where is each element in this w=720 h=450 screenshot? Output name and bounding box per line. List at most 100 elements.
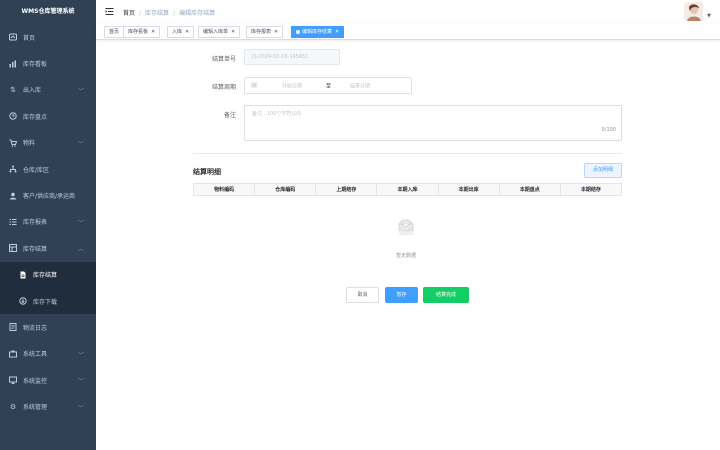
sidebar-item-label: 库存报表 xyxy=(23,219,48,227)
detail-title: 结算明细 xyxy=(193,168,221,176)
avatar[interactable] xyxy=(684,2,703,21)
active-dot-icon xyxy=(296,29,300,34)
user-icon xyxy=(9,192,17,200)
sidebar-item-label: 库存结算 xyxy=(23,245,48,253)
settle-no-input: JS-2024-02-16-145651 xyxy=(244,49,340,65)
period-label: 结算周期 xyxy=(211,84,236,91)
tag-label: 库存看板 xyxy=(128,29,149,35)
sidebar-item-label: 库存下载 xyxy=(33,298,58,306)
sidebar-item-label: 仓库/库区 xyxy=(23,166,50,174)
period-separator: 至 xyxy=(326,83,332,89)
caret-down-icon[interactable]: ▼ xyxy=(707,13,711,19)
calendar-icon: 🗓︎ xyxy=(251,82,258,89)
sidebar-item-system-tools[interactable]: 系统工具 ﹀ xyxy=(0,341,96,367)
sidebar: WMS仓库管理系统 首页 库存看板 ⇅ 出入库 ﹀ 库存盘点 物料 ﹀ 仓库/库… xyxy=(0,0,96,450)
swap-icon: ⇅ xyxy=(10,85,16,94)
hamburger-icon[interactable] xyxy=(105,7,114,16)
settlement-submenu: 库存结算 库存下载 xyxy=(0,261,96,315)
sidebar-item-label: 物料 xyxy=(23,140,36,148)
sidebar-item-inventory-board[interactable]: 库存看板 xyxy=(0,50,96,76)
settle-no-value: JS-2024-02-16-145651 xyxy=(252,54,309,60)
sidebar-item-label: 库存看板 xyxy=(23,61,48,69)
remark-counter: 0/100 xyxy=(601,127,616,133)
sidebar-item-label: 库存盘点 xyxy=(23,113,48,121)
sidebar-item-partners[interactable]: 客户/供应商/承运商 xyxy=(0,182,96,208)
clipboard-icon xyxy=(9,112,17,121)
tag-inventory-board[interactable]: 库存看板 ✕ xyxy=(123,26,161,38)
sidebar-item-label: 系统管理 xyxy=(23,404,48,412)
period-range-picker[interactable]: 🗓︎ 开始日期 至 结束日期 xyxy=(244,77,412,94)
sidebar-item-system-monitor[interactable]: 系统监控 ﹀ xyxy=(0,367,96,393)
column-header: 物料编码 xyxy=(192,183,256,196)
period-end-input[interactable]: 结束日期 xyxy=(350,82,370,89)
breadcrumb-item[interactable]: 库存结算 xyxy=(145,10,169,17)
column-header: 本期结存 xyxy=(559,183,623,196)
monitor-icon xyxy=(9,376,17,385)
close-icon[interactable]: ✕ xyxy=(335,29,339,35)
tag-edit-inbound[interactable]: 编辑入库单 ✕ xyxy=(198,26,241,38)
column-header: 本期出库 xyxy=(437,183,500,196)
close-icon[interactable]: ✕ xyxy=(274,29,278,35)
sidebar-item-label: 首页 xyxy=(23,34,36,42)
sidebar-item-warehouse[interactable]: 仓库/库区 xyxy=(0,156,96,182)
close-icon[interactable]: ✕ xyxy=(231,29,235,35)
empty-state: 暂无数据 xyxy=(376,218,436,259)
app-title: WMS仓库管理系统 xyxy=(21,8,75,15)
dashboard-icon xyxy=(9,33,17,41)
period-start-input[interactable]: 开始日期 xyxy=(282,82,302,89)
chevron-down-icon: ﹀ xyxy=(77,140,84,148)
detail-table: 物料编码 仓库编码 上期结存 本期入库 本期出库 本期盘点 本期结存 xyxy=(192,183,623,196)
add-detail-button[interactable]: 添加明细 xyxy=(584,163,622,178)
sidebar-item-settlement[interactable]: 库存结算 ︿ xyxy=(0,235,96,261)
remark-textarea[interactable]: 备注...100个字符以内 0/100 xyxy=(244,105,622,141)
tag-edit-settlement[interactable]: 编辑库存结算 ✕ xyxy=(291,26,345,38)
close-icon[interactable]: ✕ xyxy=(151,29,155,35)
chevron-down-icon: ﹀ xyxy=(77,404,84,412)
empty-box-icon xyxy=(396,218,416,236)
sidebar-item-home[interactable]: 首页 xyxy=(0,24,96,50)
breadcrumb: 首页 / 库存结算 / 编辑库存结算 xyxy=(123,8,215,17)
sidebar-item-reports[interactable]: 库存报表 ﹀ xyxy=(0,209,96,235)
tag-inbound[interactable]: 入库 ✕ xyxy=(167,26,195,38)
sidebar-item-label: 出入库 xyxy=(23,87,42,95)
log-icon xyxy=(9,323,17,332)
tags-view: 首页 库存看板 ✕ 入库 ✕ 编辑入库单 ✕ 库存报表 ✕ 编辑库存结算 ✕ xyxy=(96,24,720,40)
tag-home[interactable]: 首页 xyxy=(104,26,125,38)
sidebar-item-system-admin[interactable]: ⚙ 系统管理 ﹀ xyxy=(0,393,96,419)
column-header: 仓库编码 xyxy=(254,183,317,196)
breadcrumb-separator: / xyxy=(173,10,176,17)
chevron-down-icon: ﹀ xyxy=(77,378,84,386)
breadcrumb-item[interactable]: 首页 xyxy=(123,10,135,17)
sidebar-item-label: 客户/供应商/承运商 xyxy=(23,193,76,201)
submenu-item-settlement[interactable]: 库存结算 xyxy=(0,262,96,288)
sidebar-item-stocktake[interactable]: 库存盘点 xyxy=(0,103,96,129)
cancel-button[interactable]: 取消 xyxy=(346,287,379,303)
column-header: 本期入库 xyxy=(376,183,439,196)
sidebar-item-materials[interactable]: 物料 ﹀ xyxy=(0,130,96,156)
close-icon[interactable]: ✕ xyxy=(185,29,189,35)
chevron-down-icon: ﹀ xyxy=(77,351,84,359)
tag-label: 入库 xyxy=(172,29,183,35)
save-draft-button[interactable]: 暂存 xyxy=(385,287,418,303)
cart-icon xyxy=(9,139,17,147)
tool-icon xyxy=(9,350,17,358)
sidebar-item-label: 系统监控 xyxy=(23,377,48,385)
table-header-row: 物料编码 仓库编码 上期结存 本期入库 本期出库 本期盘点 本期结存 xyxy=(192,183,623,196)
download-icon xyxy=(19,297,27,305)
tag-label: 库存报表 xyxy=(251,29,272,35)
sidebar-item-logistics-log[interactable]: 物流日志 xyxy=(0,314,96,340)
sidebar-item-label: 物流日志 xyxy=(23,324,48,332)
tag-label: 编辑库存结算 xyxy=(302,29,333,35)
sidebar-item-label: 库存结算 xyxy=(33,272,58,280)
sidebar-item-label: 系统工具 xyxy=(23,351,48,359)
chevron-up-icon: ︿ xyxy=(77,246,84,254)
divider xyxy=(193,153,622,154)
settle-no-label: 结算单号 xyxy=(211,56,236,63)
settings-icon: ⚙ xyxy=(9,402,17,411)
tag-inventory-report[interactable]: 库存报表 ✕ xyxy=(246,26,284,38)
complete-settlement-button[interactable]: 结算完成 xyxy=(423,287,469,303)
submenu-item-download[interactable]: 库存下载 xyxy=(0,288,96,314)
tree-icon xyxy=(9,165,17,173)
column-header: 上期结存 xyxy=(315,183,378,196)
sidebar-item-stock-io[interactable]: ⇅ 出入库 ﹀ xyxy=(0,77,96,103)
